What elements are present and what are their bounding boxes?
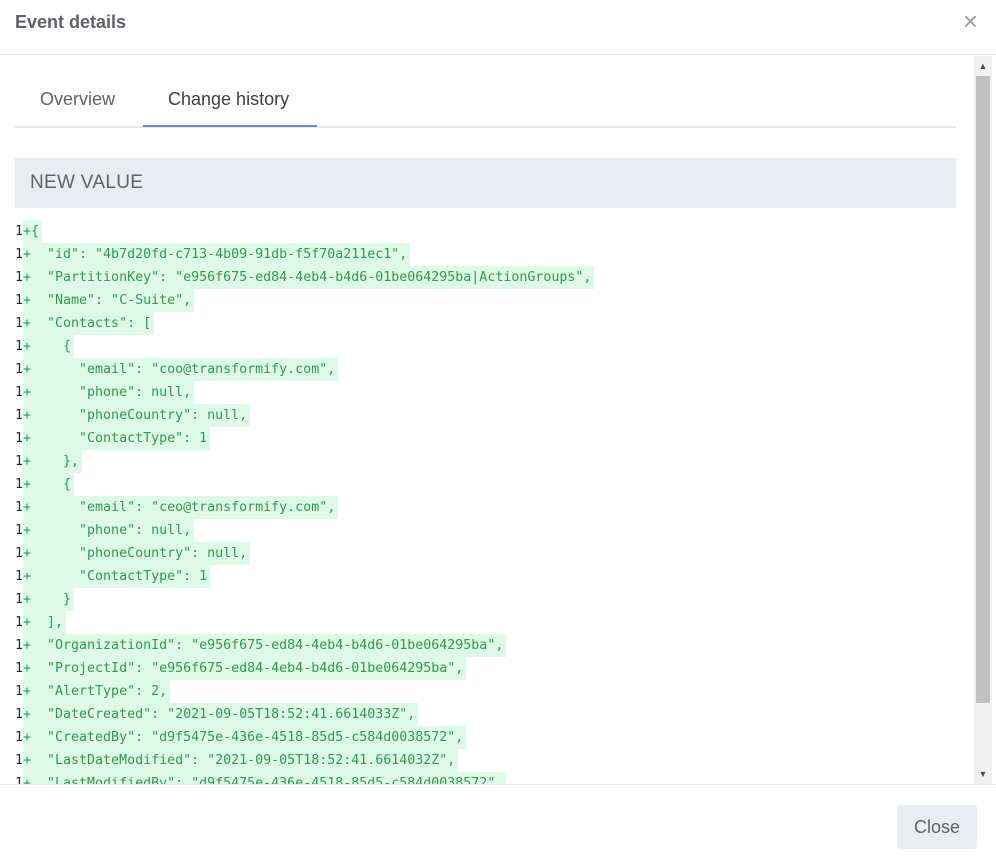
line-number: 1 [15, 500, 24, 515]
added-line-text: + { [23, 335, 75, 358]
dialog-footer: Close [0, 784, 996, 864]
diff-line: 1 + "Contacts": [ [15, 312, 956, 335]
diff-line: 1 + "email": "coo@transformify.com", [15, 358, 956, 381]
diff-line: 1 + "phoneCountry": null, [15, 542, 956, 565]
diff-line: 1 + "LastDateModified": "2021-09-05T18:52… [15, 749, 956, 772]
scrollbar-thumb[interactable] [976, 76, 990, 703]
diff-line: 1 + "email": "ceo@transformify.com", [15, 496, 956, 519]
dialog-body: Overview Change history NEW VALUE 1 +{1 + … [0, 56, 996, 784]
added-line-text: + "LastDateModified": "2021-09-05T18:52:… [23, 749, 459, 772]
diff-line: 1 + "PartitionKey": "e956f675-ed84-4eb4-b… [15, 266, 956, 289]
diff-line: 1 + "CreatedBy": "d9f5475e-436e-4518-85d5… [15, 726, 956, 749]
line-number: 1 [15, 638, 24, 653]
added-line-text: + "phone": null, [23, 381, 195, 404]
dialog-title: Event details [15, 12, 127, 32]
added-line-text: + "AlertType": 2, [23, 680, 171, 703]
added-line-text: + "phoneCountry": null, [23, 404, 251, 427]
diff-line: 1 + } [15, 588, 956, 611]
diff-line: 1 + "Name": "C-Suite", [15, 289, 956, 312]
added-line-text: + }, [23, 450, 83, 473]
added-line-text: + "OrganizationId": "e956f675-ed84-4eb4-… [23, 634, 507, 657]
added-line-text: + "Contacts": [ [23, 312, 155, 335]
diff-line: 1 + "phone": null, [15, 519, 956, 542]
added-line-text: + "LastModifiedBy": "d9f5475e-436e-4518-… [23, 772, 507, 784]
added-line-text: + "CreatedBy": "d9f5475e-436e-4518-85d5-… [23, 726, 467, 749]
diff-line: 1 + "phone": null, [15, 381, 956, 404]
section-header: NEW VALUE [15, 158, 956, 208]
line-number: 1 [15, 707, 24, 722]
added-line-text: + "DateCreated": "2021-09-05T18:52:41.66… [23, 703, 419, 726]
line-number: 1 [15, 684, 24, 699]
tab-bar: Overview Change history [15, 70, 956, 128]
added-line-text: + "phone": null, [23, 519, 195, 542]
dialog-header: Event details × [0, 0, 996, 55]
close-button[interactable]: Close [897, 805, 977, 849]
line-number: 1 [15, 454, 24, 469]
diff-line: 1 + "DateCreated": "2021-09-05T18:52:41.6… [15, 703, 956, 726]
diff-line: 1 + "phoneCountry": null, [15, 404, 956, 427]
diff-line: 1 + "ContactType": 1 [15, 565, 956, 588]
line-number: 1 [15, 224, 24, 239]
line-number: 1 [15, 385, 24, 400]
line-number: 1 [15, 615, 24, 630]
added-line-text: + "email": "ceo@transformify.com", [23, 496, 339, 519]
line-number: 1 [15, 592, 24, 607]
added-line-text: + "PartitionKey": "e956f675-ed84-4eb4-b4… [23, 266, 595, 289]
vertical-scrollbar[interactable]: ▲ ▼ [974, 56, 992, 784]
added-line-text: + } [23, 588, 75, 611]
line-number: 1 [15, 362, 24, 377]
line-number: 1 [15, 546, 24, 561]
line-number: 1 [15, 316, 24, 331]
diff-line: 1 + ], [15, 611, 956, 634]
added-line-text: + ], [23, 611, 67, 634]
line-number: 1 [15, 408, 24, 423]
line-number: 1 [15, 753, 24, 768]
diff-line: 1 + "ProjectId": "e956f675-ed84-4eb4-b4d6… [15, 657, 956, 680]
line-number: 1 [15, 247, 24, 262]
diff-line: 1 + "ContactType": 1 [15, 427, 956, 450]
added-line-text: + "phoneCountry": null, [23, 542, 251, 565]
line-number: 1 [15, 569, 24, 584]
line-number: 1 [15, 776, 24, 784]
scroll-down-arrow-icon[interactable]: ▼ [974, 766, 992, 782]
tab-overview[interactable]: Overview [40, 89, 115, 110]
line-number: 1 [15, 293, 24, 308]
line-number: 1 [15, 661, 24, 676]
diff-line: 1 + "AlertType": 2, [15, 680, 956, 703]
section-title: NEW VALUE [30, 172, 144, 193]
line-number: 1 [15, 477, 24, 492]
added-line-text: + "ContactType": 1 [23, 427, 211, 450]
added-line-text: + "id": "4b7d20fd-c713-4b09-91db-f5f70a2… [23, 243, 411, 266]
line-number: 1 [15, 431, 24, 446]
added-line-text: + "Name": "C-Suite", [23, 289, 195, 312]
diff-line: 1 + }, [15, 450, 956, 473]
diff-line: 1 + "LastModifiedBy": "d9f5475e-436e-4518… [15, 772, 956, 784]
scroll-up-arrow-icon[interactable]: ▲ [974, 58, 992, 74]
added-line-text: + "ContactType": 1 [23, 565, 211, 588]
diff-line: 1 +{ [15, 220, 956, 243]
active-tab-indicator [143, 125, 317, 127]
line-number: 1 [15, 270, 24, 285]
diff-line: 1 + "id": "4b7d20fd-c713-4b09-91db-f5f70a… [15, 243, 956, 266]
added-line-text: + "ProjectId": "e956f675-ed84-4eb4-b4d6-… [23, 657, 467, 680]
added-line-text: + { [23, 473, 75, 496]
line-number: 1 [15, 339, 24, 354]
close-icon[interactable]: × [963, 8, 978, 34]
diff-view: 1 +{1 + "id": "4b7d20fd-c713-4b09-91db-f5f… [15, 220, 956, 784]
added-line-text: + "email": "coo@transformify.com", [23, 358, 339, 381]
diff-line: 1 + { [15, 473, 956, 496]
added-line-text: +{ [23, 220, 43, 243]
tab-change-history[interactable]: Change history [168, 89, 289, 110]
diff-line: 1 + "OrganizationId": "e956f675-ed84-4eb4… [15, 634, 956, 657]
line-number: 1 [15, 523, 24, 538]
diff-line: 1 + { [15, 335, 956, 358]
line-number: 1 [15, 730, 24, 745]
